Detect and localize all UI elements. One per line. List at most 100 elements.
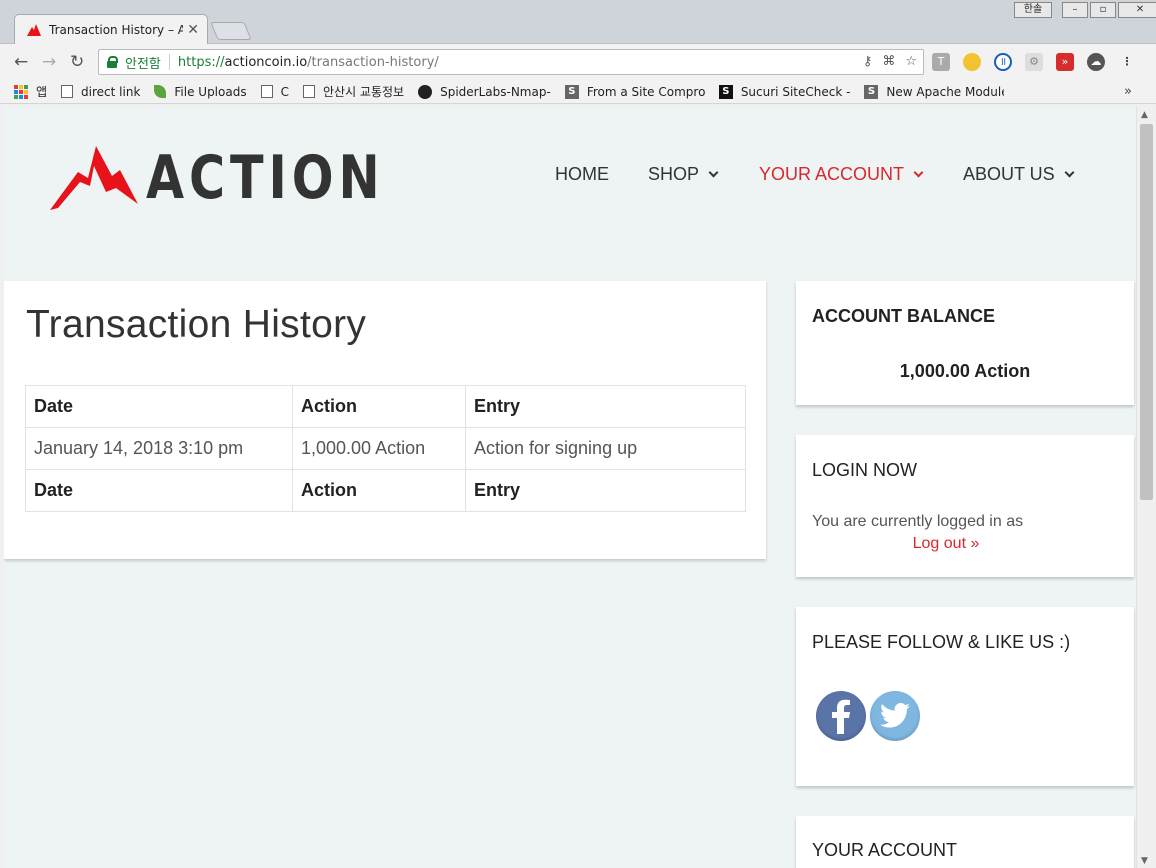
extension-t-icon[interactable]: T: [932, 53, 950, 71]
transaction-history-card: Transaction History Date Action Entry Ja…: [4, 281, 766, 559]
browser-menu-icon[interactable]: ⋮: [1118, 53, 1136, 71]
page-title: Transaction History: [26, 303, 367, 346]
login-status-text: You are currently logged in as: [812, 513, 1024, 530]
page-icon: [302, 85, 315, 98]
new-tab-button[interactable]: [210, 22, 252, 40]
bookmark-apps[interactable]: 앱: [14, 83, 47, 100]
logo-text: ACTION: [146, 143, 385, 213]
footer-action: Action: [292, 469, 466, 512]
back-icon[interactable]: ←: [14, 52, 28, 72]
github-icon: [418, 84, 433, 99]
reload-icon[interactable]: ↻: [70, 52, 84, 72]
bookmark-c[interactable]: C: [260, 84, 289, 99]
nav-label: SHOP: [648, 164, 700, 184]
nav-home[interactable]: HOME: [555, 164, 609, 185]
nav-label: YOUR ACCOUNT: [759, 164, 905, 184]
site-logo[interactable]: ACTION: [50, 146, 437, 210]
your-account-widget: YOUR ACCOUNT: [796, 816, 1134, 868]
address-bar[interactable]: 안전함 https:// actioncoin.io /transaction-…: [98, 49, 924, 75]
facebook-glyph: [832, 699, 850, 734]
social-buttons: [816, 691, 920, 741]
forward-icon[interactable]: →: [42, 52, 56, 72]
page-scrollbar[interactable]: ▲ ▼: [1136, 106, 1156, 868]
bookmark-ansan-traffic[interactable]: 안산시 교통정보: [302, 83, 405, 100]
scroll-down-icon[interactable]: ▼: [1141, 856, 1148, 866]
s-logo-icon: S: [718, 84, 733, 99]
browser-toolbar: ← → ↻ 안전함 https:// actioncoin.io /transa…: [0, 44, 1156, 80]
tab-close-icon[interactable]: ✕: [187, 22, 199, 38]
browser-titlebar: Transaction History – A ✕ 한솔 – ▫ ✕: [0, 0, 1156, 44]
close-window-icon[interactable]: ✕: [1118, 2, 1156, 18]
nav-label: ABOUT US: [963, 164, 1055, 184]
bookmark-direct-link[interactable]: direct link: [61, 85, 140, 99]
page-icon: [260, 85, 273, 98]
cell-action: 1,000.00 Action: [292, 427, 466, 470]
page-icon: [61, 85, 74, 98]
apps-grid-icon: [14, 84, 28, 99]
translate-icon[interactable]: ⌘: [882, 54, 895, 69]
s-logo-icon: S: [564, 84, 579, 99]
logout-link[interactable]: Log out »: [796, 535, 1096, 553]
header-date: Date: [25, 385, 293, 428]
leaf-icon: [154, 85, 167, 98]
login-widget: LOGIN NOW You are currently logged in as…: [796, 435, 1134, 577]
table-footer-row: Date Action Entry: [25, 469, 746, 512]
bookmarks-bar: 앱 direct link File Uploads C 안산시 교통정보 Sp…: [0, 80, 1156, 104]
account-balance-widget: ACCOUNT BALANCE 1,000.00 Action: [796, 281, 1134, 405]
key-icon[interactable]: ⚷: [863, 54, 873, 69]
window-controls: – ▫ ✕: [1060, 2, 1156, 18]
page-viewport: ACTION HOME SHOP YOUR ACCOUNT ABOUT US T…: [4, 106, 1136, 868]
footer-date: Date: [25, 469, 293, 512]
bookmark-spiderlabs[interactable]: SpiderLabs-Nmap-: [418, 84, 551, 99]
chevron-down-icon: [1064, 167, 1075, 177]
star-icon[interactable]: ☆: [905, 54, 917, 69]
bookmark-label: SpiderLabs-Nmap-: [440, 84, 551, 99]
ime-indicator: 한솔: [1014, 2, 1052, 18]
action-logo-icon: [27, 23, 41, 36]
nav-about-us[interactable]: ABOUT US: [963, 164, 1075, 185]
bookmark-label: C: [280, 84, 289, 99]
widget-title: LOGIN NOW: [812, 460, 918, 480]
extension-gear-icon[interactable]: ⚙: [1025, 53, 1043, 71]
table-row: January 14, 2018 3:10 pm 1,000.00 Action…: [25, 427, 746, 470]
bookmark-label: direct link: [81, 84, 141, 99]
twitter-icon[interactable]: [870, 691, 920, 741]
extension-avatar-icon[interactable]: [963, 53, 981, 71]
extension-forward-icon[interactable]: »: [1056, 53, 1074, 71]
nav-your-account[interactable]: YOUR ACCOUNT: [759, 164, 924, 185]
bookmark-label: Sucuri SiteCheck -: [740, 84, 851, 99]
bookmark-apache-module[interactable]: S New Apache Module: [864, 84, 1005, 99]
url-scheme: https://: [177, 54, 225, 70]
bookmark-label: 앱: [36, 85, 48, 99]
widget-title: PLEASE FOLLOW & LIKE US :): [812, 632, 1071, 652]
bookmark-label: 안산시 교통정보: [322, 85, 405, 99]
extensions-bar: T ॥ ⚙ » ☁ ⋮: [932, 53, 1136, 71]
minimize-icon[interactable]: –: [1062, 2, 1088, 18]
secure-label: 안전함: [125, 56, 161, 72]
bookmark-site-compromise[interactable]: S From a Site Compro: [564, 84, 705, 99]
browser-tab[interactable]: Transaction History – A ✕: [14, 14, 208, 44]
bookmark-file-uploads[interactable]: File Uploads: [154, 84, 247, 99]
more-bookmarks-icon[interactable]: »: [1124, 84, 1132, 99]
facebook-icon[interactable]: [816, 691, 866, 741]
chevron-down-icon: [708, 167, 719, 177]
maximize-icon[interactable]: ▫: [1090, 2, 1116, 18]
lock-icon: [107, 56, 118, 68]
chevron-down-icon: [913, 167, 924, 177]
nav-shop[interactable]: SHOP: [648, 164, 719, 185]
bookmark-label: New Apache Module: [886, 84, 1005, 99]
scroll-up-icon[interactable]: ▲: [1141, 110, 1148, 120]
cell-date: January 14, 2018 3:10 pm: [25, 427, 293, 470]
scroll-thumb[interactable]: [1140, 124, 1153, 500]
bookmark-sucuri[interactable]: S Sucuri SiteCheck -: [718, 84, 851, 99]
s-logo-icon: S: [864, 84, 879, 99]
nav-label: HOME: [555, 164, 609, 184]
omnibox-divider: [168, 54, 170, 70]
bookmark-label: File Uploads: [174, 84, 247, 99]
extension-cloud-icon[interactable]: ☁: [1087, 53, 1105, 71]
follow-widget: PLEASE FOLLOW & LIKE US :): [796, 607, 1134, 786]
extension-pause-icon[interactable]: ॥: [994, 53, 1012, 71]
header-entry: Entry: [465, 385, 746, 428]
twitter-glyph: [880, 703, 910, 728]
cell-entry: Action for signing up: [465, 427, 746, 470]
